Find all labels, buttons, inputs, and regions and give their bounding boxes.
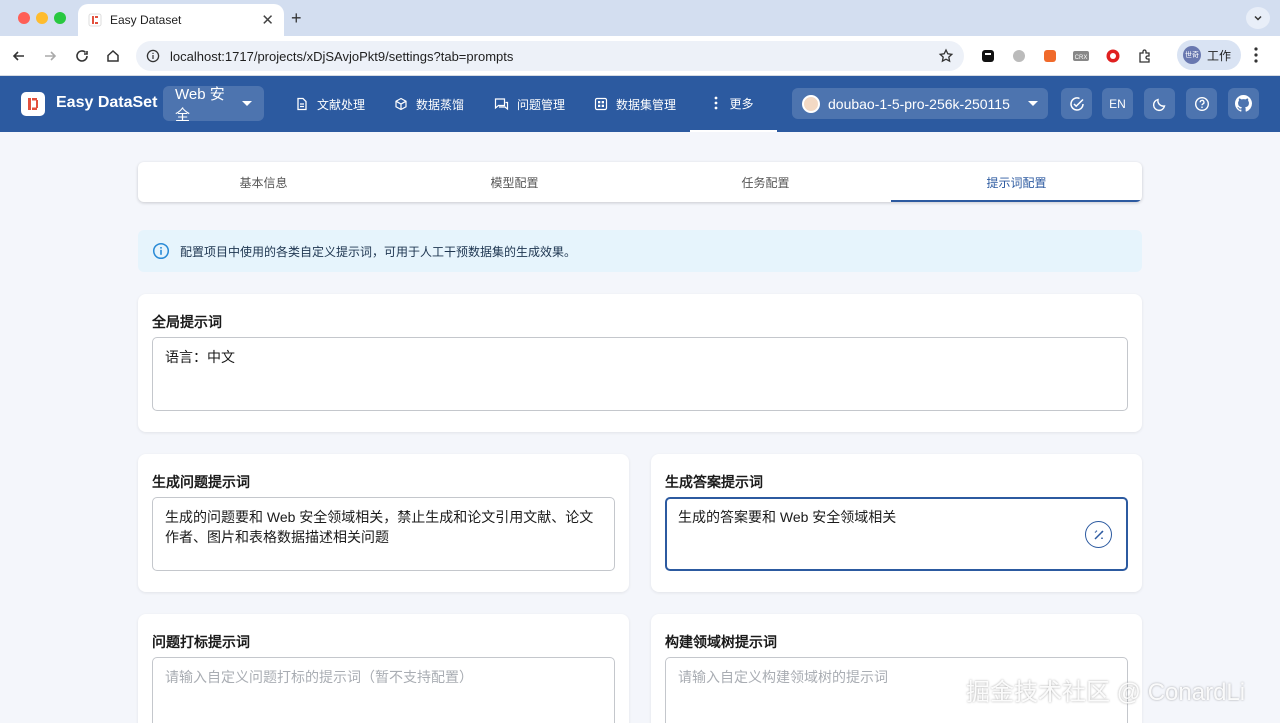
window-maximize-button[interactable]	[54, 12, 66, 24]
home-button[interactable]	[102, 45, 124, 67]
question-prompt-input[interactable]: 生成的问题要和 Web 安全领域相关，禁止生成和论文引用文献、论文作者、图片和表…	[152, 497, 615, 571]
ai-optimize-button[interactable]	[1085, 521, 1112, 548]
forward-button[interactable]	[39, 45, 61, 67]
nav-questions-label: 问题管理	[517, 97, 566, 112]
grid-icon	[594, 97, 608, 111]
extension-5-icon[interactable]	[1104, 47, 1122, 65]
domain-tree-prompt-title: 构建领域树提示词	[665, 634, 777, 650]
extensions-puzzle-icon[interactable]	[1136, 47, 1154, 65]
svg-text:CRX: CRX	[1075, 55, 1088, 61]
cube-icon	[394, 97, 408, 111]
global-prompt-card: 全局提示词 语言：中文	[138, 294, 1142, 432]
caret-down-icon	[242, 101, 252, 106]
extension-1-icon[interactable]	[979, 47, 997, 65]
extension-3-icon[interactable]	[1041, 47, 1059, 65]
question-prompt-card: 生成问题提示词 生成的问题要和 Web 安全领域相关，禁止生成和论文引用文献、论…	[138, 454, 629, 592]
help-button[interactable]	[1186, 88, 1217, 119]
nav-more-label: 更多	[729, 96, 754, 111]
model-name: doubao-1-5-pro-256k-250115	[828, 95, 1010, 112]
extension-2-icon[interactable]	[1010, 47, 1028, 65]
nav-datasets-label: 数据集管理	[616, 97, 677, 112]
browser-toolbar: localhost:1717/projects/xDjSAvjoPkt9/set…	[0, 36, 1280, 76]
model-avatar	[802, 94, 820, 113]
tab-task-config[interactable]: 任务配置	[640, 162, 891, 202]
help-icon	[1194, 96, 1209, 111]
browser-tab[interactable]: Easy Dataset ✕	[78, 4, 284, 36]
github-icon	[1235, 95, 1252, 112]
global-prompt-input[interactable]: 语言：中文	[152, 337, 1128, 411]
moon-icon	[1152, 98, 1165, 111]
address-bar[interactable]: localhost:1717/projects/xDjSAvjoPkt9/set…	[136, 41, 964, 71]
app-favicon-icon	[88, 13, 102, 27]
info-alert-text: 配置项目中使用的各类自定义提示词，可用于人工干预数据集的生成效果。	[180, 244, 577, 259]
nav-distillation-label: 数据蒸馏	[416, 97, 465, 112]
profile-button[interactable]: 世奇 工作	[1177, 40, 1241, 70]
app-brand[interactable]: Easy DataSet	[56, 94, 157, 112]
home-icon	[107, 49, 119, 62]
window-minimize-button[interactable]	[36, 12, 48, 24]
label-prompt-card: 问题打标提示词 请输入自定义问题打标的提示词（暂不支持配置）	[138, 614, 629, 723]
profile-name: 工作	[1207, 48, 1232, 63]
info-icon	[152, 242, 170, 260]
app-header: Easy DataSet Web 安全 文献处理 数据蒸馏 问题管理 数据集管理…	[0, 76, 1280, 132]
tab-basic-info[interactable]: 基本信息	[138, 162, 389, 202]
browser-tab-title: Easy Dataset	[110, 13, 182, 27]
nav-distillation[interactable]: 数据蒸馏	[394, 93, 464, 115]
project-selector[interactable]: Web 安全	[163, 86, 264, 124]
chat-icon	[494, 97, 509, 111]
tab-prompt-config[interactable]: 提示词配置	[891, 162, 1142, 202]
profile-avatar: 世奇	[1183, 46, 1201, 64]
tab-close-icon[interactable]: ✕	[261, 11, 274, 29]
model-selector[interactable]: doubao-1-5-pro-256k-250115	[792, 88, 1048, 119]
document-icon	[295, 97, 309, 111]
app-logo-icon	[21, 92, 45, 116]
check-circle-icon	[1069, 96, 1084, 111]
browser-tab-bar: Easy Dataset ✕ +	[0, 0, 1280, 36]
nav-literature[interactable]: 文献处理	[295, 93, 365, 115]
language-button[interactable]: EN	[1102, 88, 1133, 119]
arrow-left-icon	[12, 51, 24, 61]
tab-model-config[interactable]: 模型配置	[389, 162, 640, 202]
theme-toggle-button[interactable]	[1144, 88, 1175, 119]
github-button[interactable]	[1228, 88, 1259, 119]
settings-page: 基本信息 模型配置 任务配置 提示词配置 配置项目中使用的各类自定义提示词，可用…	[0, 132, 1280, 723]
arrow-right-icon	[45, 51, 57, 61]
nav-more[interactable]: 更多	[690, 76, 777, 132]
site-info-icon[interactable]	[146, 49, 160, 63]
settings-tabs: 基本信息 模型配置 任务配置 提示词配置	[138, 162, 1142, 202]
reload-icon	[76, 50, 88, 62]
nav-questions[interactable]: 问题管理	[494, 93, 565, 115]
browser-menu-button[interactable]	[1253, 46, 1259, 69]
label-prompt-input[interactable]: 请输入自定义问题打标的提示词（暂不支持配置）	[152, 657, 615, 723]
answer-prompt-card: 生成答案提示词 生成的答案要和 Web 安全领域相关	[651, 454, 1142, 592]
crx-extension-icon[interactable]: CRX	[1072, 47, 1090, 65]
answer-prompt-input[interactable]: 生成的答案要和 Web 安全领域相关	[665, 497, 1128, 571]
watermark: 掘金技术社区 @ ConardLi	[966, 679, 1246, 706]
project-name: Web 安全	[175, 85, 225, 124]
info-alert: 配置项目中使用的各类自定义提示词，可用于人工干预数据集的生成效果。	[138, 230, 1142, 272]
window-close-button[interactable]	[18, 12, 30, 24]
magic-wand-icon	[1093, 529, 1104, 540]
task-status-button[interactable]	[1061, 88, 1092, 119]
label-prompt-title: 问题打标提示词	[152, 634, 250, 650]
nav-literature-label: 文献处理	[317, 97, 366, 112]
url-text[interactable]: localhost:1717/projects/xDjSAvjoPkt9/set…	[170, 49, 938, 64]
question-prompt-title: 生成问题提示词	[152, 474, 250, 490]
new-tab-button[interactable]: +	[291, 8, 302, 29]
tab-search-button[interactable]	[1246, 7, 1270, 29]
bookmark-star-icon[interactable]	[938, 48, 954, 64]
more-vertical-icon	[1254, 47, 1258, 63]
back-button[interactable]	[8, 45, 30, 67]
answer-prompt-title: 生成答案提示词	[665, 474, 763, 490]
more-vertical-icon	[715, 96, 718, 110]
reload-button[interactable]	[71, 45, 93, 67]
global-prompt-title: 全局提示词	[152, 314, 222, 330]
nav-datasets[interactable]: 数据集管理	[594, 93, 676, 115]
caret-down-icon	[1028, 101, 1038, 106]
chevron-down-icon	[1254, 15, 1262, 21]
